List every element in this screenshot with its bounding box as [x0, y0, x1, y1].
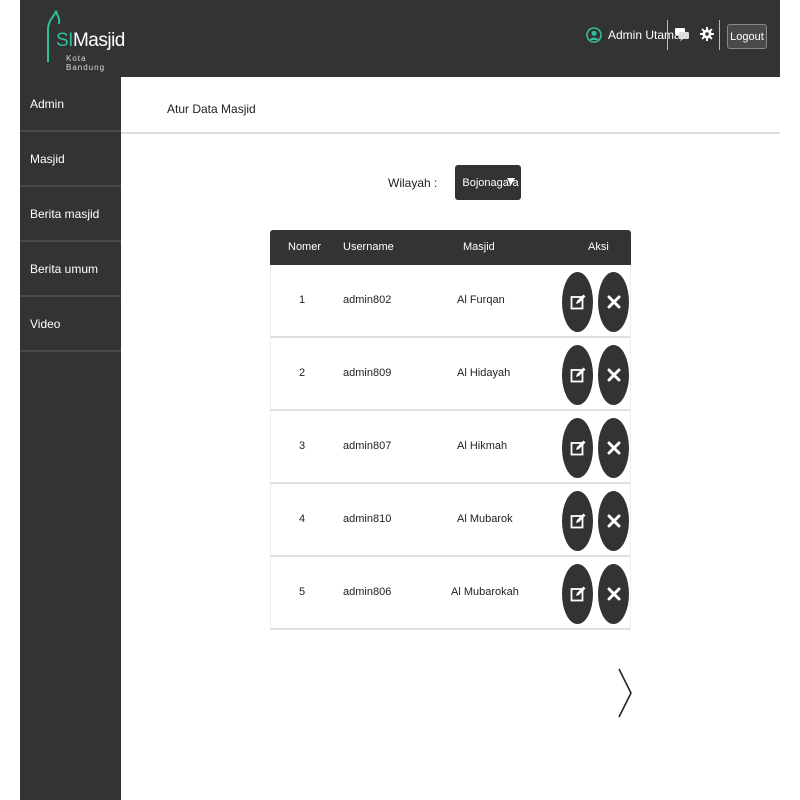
edit-icon	[570, 440, 585, 456]
row-masjid: Al Furqan	[457, 294, 505, 306]
row-number: 5	[299, 586, 306, 598]
logout-button[interactable]: Logout	[727, 24, 767, 49]
row-username: admin810	[343, 513, 392, 525]
row-number: 4	[299, 513, 306, 525]
edit-button[interactable]	[562, 491, 593, 551]
chat-icon[interactable]	[674, 26, 690, 42]
sidebar-item-berita-umum[interactable]: Berita umum	[20, 242, 121, 297]
row-username: admin802	[343, 294, 392, 306]
delete-button[interactable]	[598, 418, 629, 478]
edit-button[interactable]	[562, 345, 593, 405]
table-row: 1 admin802 Al Furqan	[270, 265, 631, 338]
row-number: 1	[299, 294, 306, 306]
delete-button[interactable]	[598, 345, 629, 405]
close-icon	[607, 368, 620, 382]
main-content: Atur Data Masjid Wilayah : Bojonagara No…	[121, 77, 780, 800]
logo-subtitle: Kota Bandung	[66, 54, 106, 72]
header-divider	[667, 20, 668, 50]
table-row: 5 admin806 Al Mubarokah	[270, 557, 631, 630]
gear-icon[interactable]	[699, 26, 715, 42]
column-header-aksi: Aksi	[588, 241, 609, 253]
close-icon	[607, 514, 620, 528]
row-masjid: Al Hidayah	[457, 367, 511, 379]
region-filter: Wilayah : Bojonagara	[388, 165, 522, 200]
delete-button[interactable]	[598, 491, 629, 551]
sidebar-item-admin[interactable]: Admin	[20, 77, 121, 132]
row-username: admin806	[343, 586, 392, 598]
sidebar-item-masjid[interactable]: Masjid	[20, 132, 121, 187]
edit-icon	[570, 513, 585, 529]
table-header: Nomer Username Masjid Aksi	[270, 230, 631, 265]
caret-down-icon	[507, 178, 516, 185]
delete-button[interactable]	[598, 564, 629, 624]
close-icon	[607, 441, 620, 455]
region-select[interactable]: Bojonagara	[455, 165, 522, 200]
edit-button[interactable]	[562, 564, 593, 624]
table-row: 4 admin810 Al Mubarok	[270, 484, 631, 557]
top-header: SIMasjid Kota Bandung Admin Utama Logout	[20, 0, 780, 77]
delete-button[interactable]	[598, 272, 629, 332]
mosque-table: Nomer Username Masjid Aksi 1 admin802 Al…	[270, 230, 631, 630]
edit-button[interactable]	[562, 272, 593, 332]
table-row: 3 admin807 Al Hikmah	[270, 411, 631, 484]
region-filter-label: Wilayah :	[388, 175, 438, 190]
app-logo[interactable]: SIMasjid Kota Bandung	[42, 10, 125, 72]
sidebar: Admin Masjid Berita masjid Berita umum V…	[20, 77, 121, 800]
page-title: Atur Data Masjid	[167, 102, 256, 116]
edit-icon	[570, 367, 585, 383]
row-masjid: Al Mubarok	[457, 513, 513, 525]
column-header-username: Username	[343, 241, 394, 253]
logo-title: SIMasjid	[56, 30, 125, 51]
column-header-masjid: Masjid	[463, 241, 495, 253]
edit-icon	[570, 294, 585, 310]
row-username: admin809	[343, 367, 392, 379]
sidebar-item-berita-masjid[interactable]: Berita masjid	[20, 187, 121, 242]
page-header: Atur Data Masjid	[121, 77, 780, 134]
close-icon	[607, 295, 620, 309]
user-icon	[586, 27, 602, 43]
edit-button[interactable]	[562, 418, 593, 478]
user-name: Admin Utama	[608, 28, 681, 42]
row-number: 3	[299, 440, 306, 452]
table-row: 2 admin809 Al Hidayah	[270, 338, 631, 411]
row-masjid: Al Hikmah	[457, 440, 508, 452]
column-header-nomer: Nomer	[288, 241, 322, 253]
header-divider	[719, 20, 720, 50]
row-masjid: Al Mubarokah	[451, 586, 519, 598]
close-icon	[607, 587, 620, 601]
sidebar-item-video[interactable]: Video	[20, 297, 121, 352]
row-number: 2	[299, 367, 306, 379]
row-username: admin807	[343, 440, 392, 452]
chevron-right-icon[interactable]	[617, 667, 633, 719]
edit-icon	[570, 586, 585, 602]
